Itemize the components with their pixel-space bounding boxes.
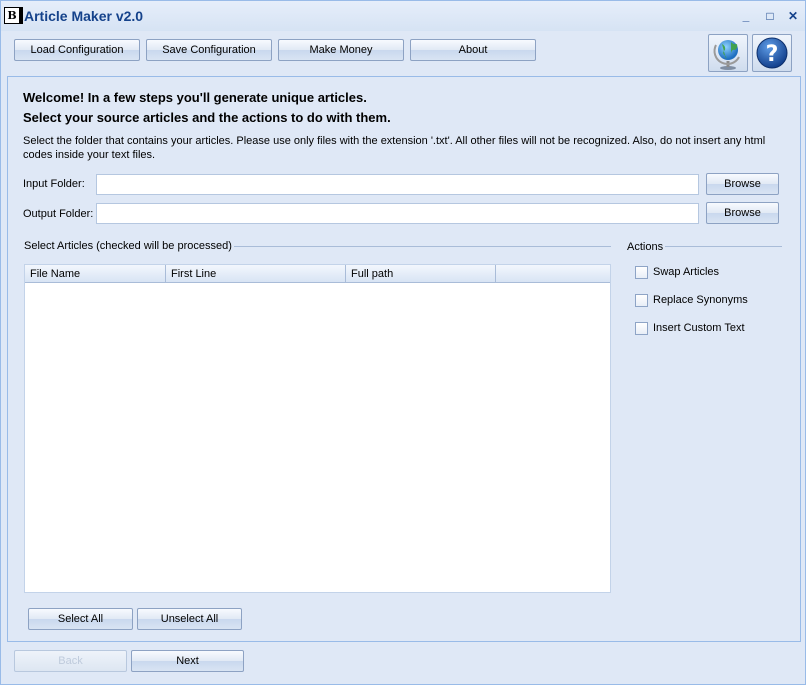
swap-articles-checkbox[interactable] [635, 266, 648, 279]
replace-synonyms-checkbox[interactable] [635, 294, 648, 307]
close-icon[interactable]: ✕ [786, 9, 800, 23]
globe-icon [713, 40, 740, 70]
load-configuration-button[interactable]: Load Configuration [14, 39, 140, 61]
articles-grid[interactable]: File Name First Line Full path [24, 264, 611, 593]
folder-description: Select the folder that contains your art… [23, 135, 766, 161]
maximize-icon[interactable]: □ [763, 9, 777, 23]
help-button[interactable]: ? [752, 34, 792, 72]
grid-header: File Name First Line Full path [25, 265, 610, 283]
website-button[interactable] [708, 34, 748, 72]
actions-group-title: Actions [627, 241, 666, 253]
column-full-path[interactable]: Full path [346, 265, 496, 283]
column-empty[interactable] [496, 265, 610, 283]
column-file-name[interactable]: File Name [25, 265, 166, 283]
title-bar[interactable]: B Article Maker v2.0 _ □ ✕ [1, 1, 805, 31]
insert-custom-text-checkbox[interactable] [635, 322, 648, 335]
minimize-icon[interactable]: _ [739, 9, 753, 23]
select-all-button[interactable]: Select All [28, 608, 133, 630]
instruction-heading: Select your source articles and the acti… [23, 110, 391, 125]
window-title: Article Maker v2.0 [24, 8, 144, 24]
output-folder-field[interactable] [96, 203, 699, 224]
replace-synonyms-label[interactable]: Replace Synonyms [653, 294, 748, 307]
output-browse-button[interactable]: Browse [706, 202, 779, 224]
welcome-heading: Welcome! In a few steps you'll generate … [23, 90, 367, 105]
next-button[interactable]: Next [131, 650, 244, 672]
output-folder-label: Output Folder: [23, 208, 94, 220]
articles-group-title: Select Articles (checked will be process… [24, 240, 234, 252]
input-browse-button[interactable]: Browse [706, 173, 779, 195]
insert-custom-text-label[interactable]: Insert Custom Text [653, 322, 745, 335]
input-folder-label: Input Folder: [23, 178, 85, 190]
about-button[interactable]: About [410, 39, 536, 61]
swap-articles-label[interactable]: Swap Articles [653, 266, 719, 279]
help-icon: ? [756, 37, 788, 69]
svg-text:?: ? [766, 42, 779, 67]
column-first-line[interactable]: First Line [166, 265, 346, 283]
make-money-button[interactable]: Make Money [278, 39, 404, 61]
app-logo-icon: B [4, 7, 23, 24]
unselect-all-button[interactable]: Unselect All [137, 608, 242, 630]
save-configuration-button[interactable]: Save Configuration [146, 39, 272, 61]
input-folder-field[interactable] [96, 174, 699, 195]
back-button[interactable]: Back [14, 650, 127, 672]
app-window: B Article Maker v2.0 _ □ ✕ Load Configur… [0, 0, 806, 685]
